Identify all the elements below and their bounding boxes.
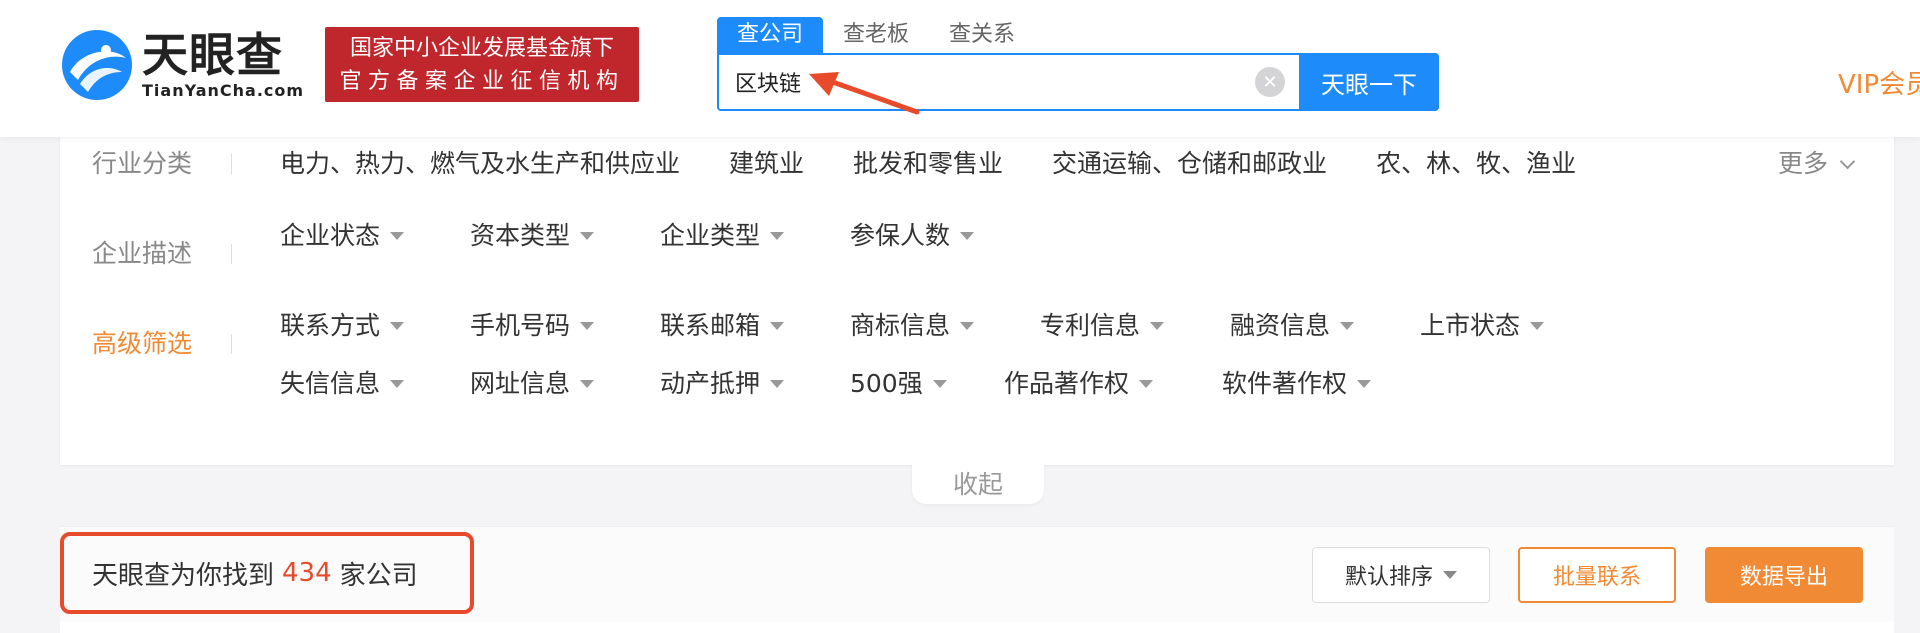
industry-item[interactable]: 电力、热力、燃气及水生产和供应业 [280,146,680,182]
filter-panel: 行业分类 电力、热力、燃气及水生产和供应业 建筑业 批发和零售业 交通运输、仓储… [60,118,1894,465]
dropdown-label: 作品著作权 [1004,369,1130,398]
caret-down-icon [1150,322,1165,330]
caret-down-icon [770,380,785,388]
result-list-top [60,622,1894,633]
tab-search-boss[interactable]: 查老板 [823,17,929,53]
caret-down-icon [1443,571,1457,579]
divider [231,334,232,354]
divider [231,154,232,174]
search-input[interactable] [719,55,1255,109]
search-type-tabs: 查公司 查老板 查关系 [717,17,1035,53]
dropdown-software-copyright[interactable]: 软件著作权 [1222,366,1372,402]
dropdown-listing-status[interactable]: 上市状态 [1420,308,1545,344]
sort-dropdown[interactable]: 默认排序 [1312,547,1490,603]
dropdown-contact[interactable]: 联系方式 [280,308,405,344]
export-data-button[interactable]: 数据导出 [1705,547,1863,603]
divider [231,244,232,264]
dropdown-insured-count[interactable]: 参保人数 [850,218,975,254]
caret-down-icon [390,380,405,388]
collapse-filters-button[interactable]: 收起 [912,462,1044,504]
dropdown-website[interactable]: 网址信息 [470,366,595,402]
dropdown-label: 失信信息 [280,369,381,398]
dropdown-label: 联系邮箱 [660,311,761,340]
dropdown-label: 融资信息 [1230,311,1331,340]
top-header: 天眼查 TianYanCha.com 国家中小企业发展基金旗下 官方备案企业征信… [0,0,1920,137]
dropdown-work-copyright[interactable]: 作品著作权 [1004,366,1154,402]
dropdown-label: 软件著作权 [1222,369,1348,398]
clear-icon[interactable]: ✕ [1255,67,1285,97]
sort-label: 默认排序 [1344,565,1433,590]
dropdown-label: 500强 [850,369,923,398]
filter-label-description: 企业描述 [92,239,193,268]
caret-down-icon [1357,380,1372,388]
caret-down-icon [960,322,975,330]
dropdown-company-status[interactable]: 企业状态 [280,218,405,254]
caret-down-icon [580,322,595,330]
result-toolbar: 天眼查为你找到 434 家公司 默认排序 批量联系 数据导出 [60,526,1894,633]
eye-logo-icon [62,30,132,100]
tab-search-relation[interactable]: 查关系 [929,17,1035,53]
more-label: 更多 [1778,149,1829,178]
dropdown-label: 手机号码 [470,311,571,340]
dropdown-label: 网址信息 [470,369,571,398]
dropdown-email[interactable]: 联系邮箱 [660,308,785,344]
dropdown-phone[interactable]: 手机号码 [470,308,595,344]
result-count-summary: 天眼查为你找到 434 家公司 [60,532,474,614]
caret-down-icon [580,232,595,240]
caret-down-icon [1340,322,1355,330]
dropdown-label: 资本类型 [470,221,571,250]
dropdown-label: 动产抵押 [660,369,761,398]
caret-down-icon [960,232,975,240]
filter-label-advanced: 高级筛选 [92,329,193,358]
caret-down-icon [1530,322,1545,330]
vip-link[interactable]: VIP会员 [1838,64,1920,101]
industry-item[interactable]: 农、林、牧、渔业 [1376,146,1576,182]
dropdown-label: 企业状态 [280,221,381,250]
caret-down-icon [580,380,595,388]
brand-name: 天眼查 [142,28,283,82]
dropdown-label: 专利信息 [1040,311,1141,340]
dropdown-company-type[interactable]: 企业类型 [660,218,785,254]
dropdown-top500[interactable]: 500强 [850,366,947,402]
dropdown-capital-type[interactable]: 资本类型 [470,218,595,254]
dropdown-label: 上市状态 [1420,311,1521,340]
industry-item[interactable]: 建筑业 [729,146,804,182]
chevron-down-icon [1839,153,1856,169]
filter-label-industry: 行业分类 [92,149,193,178]
dropdown-chattel-mortgage[interactable]: 动产抵押 [660,366,785,402]
dropdown-label: 联系方式 [280,311,381,340]
dropdown-trademark[interactable]: 商标信息 [850,308,975,344]
dropdown-patent[interactable]: 专利信息 [1040,308,1165,344]
caret-down-icon [390,232,405,240]
dropdown-label: 商标信息 [850,311,951,340]
caret-down-icon [770,232,785,240]
industry-item[interactable]: 批发和零售业 [853,146,1003,182]
brand-logo[interactable]: 天眼查 TianYanCha.com [60,25,310,105]
batch-contact-button[interactable]: 批量联系 [1518,547,1676,603]
caret-down-icon [390,322,405,330]
search-button[interactable]: 天眼一下 [1299,53,1439,111]
more-industries-button[interactable]: 更多 [1778,146,1856,182]
industry-item[interactable]: 交通运输、仓储和邮政业 [1052,146,1327,182]
dropdown-financing[interactable]: 融资信息 [1230,308,1355,344]
tab-search-company[interactable]: 查公司 [717,17,824,53]
caret-down-icon [932,380,947,388]
caret-down-icon [770,322,785,330]
dropdown-dishonest[interactable]: 失信信息 [280,366,405,402]
dropdown-label: 参保人数 [850,221,951,250]
slogan-line-1: 国家中小企业发展基金旗下 [349,35,614,61]
annotation-arrow-icon [809,72,920,115]
brand-slogan-badge: 国家中小企业发展基金旗下 官方备案企业征信机构 [325,27,639,102]
result-prefix: 天眼查为你找到 [92,560,275,591]
result-count: 434 [282,558,332,588]
brand-domain: TianYanCha.com [142,81,305,100]
dropdown-label: 企业类型 [660,221,761,250]
caret-down-icon [1139,380,1154,388]
result-suffix: 家公司 [339,560,418,591]
slogan-line-2: 官方备案企业征信机构 [339,68,625,94]
